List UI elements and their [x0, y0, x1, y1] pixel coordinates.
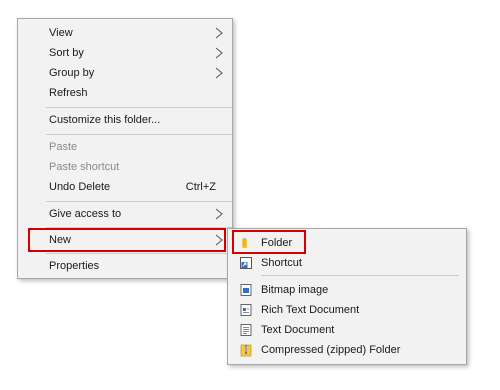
menu-item-undo-delete[interactable]: Undo Delete Ctrl+Z [18, 177, 232, 197]
chevron-right-icon [215, 67, 223, 79]
menu-item-label: Refresh [49, 87, 88, 99]
chevron-right-icon [215, 208, 223, 220]
submenu-item-label: Rich Text Document [261, 304, 360, 316]
submenu-item-label: Text Document [261, 324, 335, 336]
submenu-item-text-document[interactable]: Text Document [228, 320, 466, 340]
menu-separator [46, 134, 232, 135]
menu-item-label: Sort by [49, 47, 84, 59]
menu-separator [261, 275, 459, 276]
menu-separator [46, 107, 232, 108]
menu-item-label: Properties [49, 260, 100, 272]
menu-item-view[interactable]: View [18, 23, 232, 43]
menu-item-give-access[interactable]: Give access to [18, 204, 232, 224]
menu-item-label: Give access to [49, 208, 122, 220]
zip-folder-icon [240, 344, 252, 357]
context-menu: View Sort by Group by Refresh Customize … [17, 18, 233, 279]
menu-item-paste: Paste [18, 137, 232, 157]
keyboard-shortcut: Ctrl+Z [185, 181, 216, 193]
menu-item-label: Customize this folder... [49, 114, 161, 126]
menu-item-label: View [49, 27, 73, 39]
menu-item-label: Paste shortcut [49, 161, 120, 173]
menu-item-label: Paste [49, 141, 78, 153]
menu-item-group-by[interactable]: Group by [18, 63, 232, 83]
submenu-item-rich-text-document[interactable]: Rich Text Document [228, 300, 466, 320]
bitmap-icon [240, 284, 252, 296]
red-highlight-box [28, 228, 226, 252]
submenu-item-compressed-folder[interactable]: Compressed (zipped) Folder [228, 340, 466, 360]
desktop-area: View Sort by Group by Refresh Customize … [0, 0, 500, 390]
menu-item-label: Group by [49, 67, 95, 79]
new-submenu: Folder Shortcut Bitmap image Rich Text D… [227, 228, 467, 365]
submenu-item-label: Compressed (zipped) Folder [261, 344, 401, 356]
menu-item-sort-by[interactable]: Sort by [18, 43, 232, 63]
menu-item-paste-shortcut: Paste shortcut [18, 157, 232, 177]
submenu-item-label: Shortcut [261, 257, 302, 269]
menu-item-label: Undo Delete [49, 181, 111, 193]
rich-text-document-icon [240, 304, 252, 316]
menu-item-refresh[interactable]: Refresh [18, 83, 232, 103]
menu-separator [46, 253, 232, 254]
chevron-right-icon [215, 27, 223, 39]
red-highlight-box [232, 230, 306, 254]
chevron-right-icon [215, 47, 223, 59]
submenu-item-label: Bitmap image [261, 284, 329, 296]
menu-separator [46, 201, 232, 202]
submenu-item-shortcut[interactable]: Shortcut [228, 253, 466, 273]
menu-item-properties[interactable]: Properties [18, 256, 232, 276]
menu-item-customize-folder[interactable]: Customize this folder... [18, 110, 232, 130]
text-document-icon [240, 324, 252, 336]
shortcut-icon [240, 257, 252, 269]
submenu-item-bitmap[interactable]: Bitmap image [228, 280, 466, 300]
